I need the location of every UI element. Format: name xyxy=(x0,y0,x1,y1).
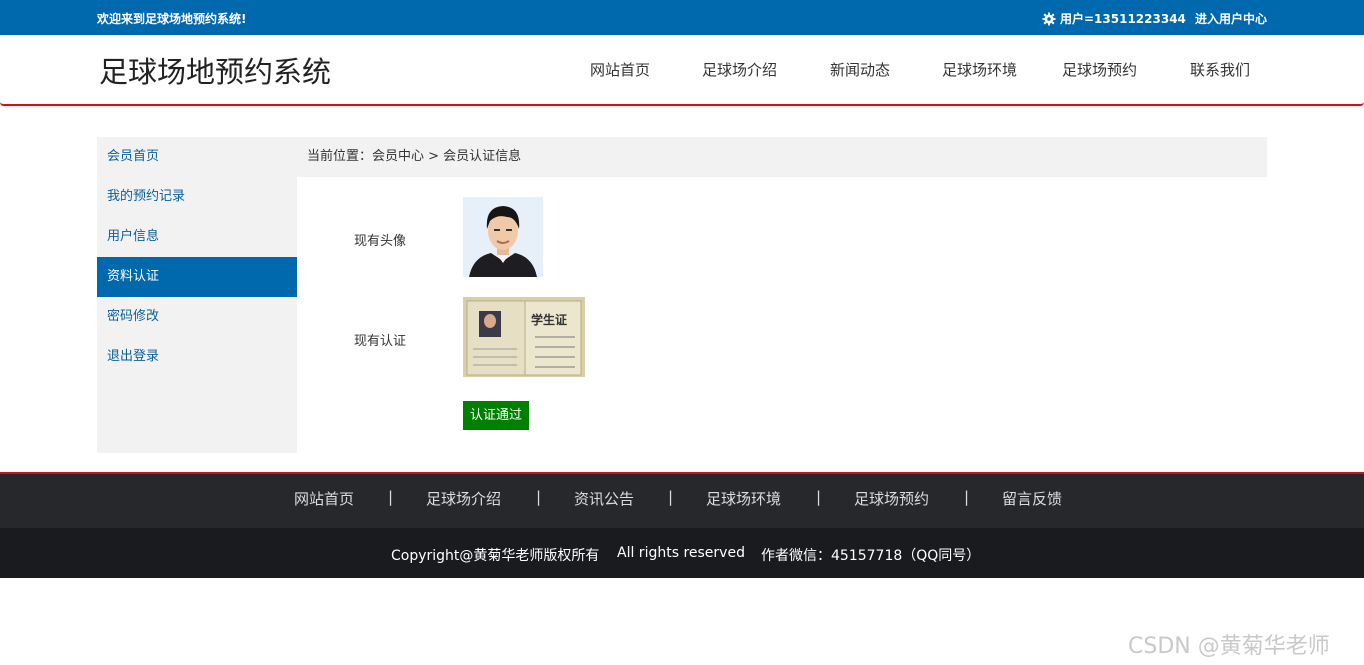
copyright-text: Copyright@黄菊华老师版权所有 xyxy=(391,548,600,564)
breadcrumb: 当前位置：会员中心 > 会员认证信息 xyxy=(297,137,1267,177)
nav-contact[interactable]: 联系我们 xyxy=(1190,59,1250,80)
site-title[interactable]: 足球场地预约系统 xyxy=(99,49,331,91)
top-bar: 欢迎来到足球场地预约系统! 用户=13511223344 进入用户中心 xyxy=(0,0,1364,35)
nav-news[interactable]: 新闻动态 xyxy=(830,59,890,80)
footer-nav-feedback[interactable]: 留言反馈 xyxy=(1002,488,1062,509)
nav-field-environment[interactable]: 足球场环境 xyxy=(942,59,1017,80)
sidebar-item-booking-records[interactable]: 我的预约记录 xyxy=(97,177,297,217)
footer-separator: | xyxy=(964,488,970,506)
certificate-title: 学生证 xyxy=(531,312,567,327)
nav-field-intro[interactable]: 足球场介绍 xyxy=(702,59,777,80)
footer-separator: | xyxy=(388,488,394,506)
footer-nav-field-booking[interactable]: 足球场预约 xyxy=(854,488,929,509)
user-center-link[interactable]: 进入用户中心 xyxy=(1195,10,1267,27)
nav-field-booking[interactable]: 足球场预约 xyxy=(1062,59,1137,80)
nav-home[interactable]: 网站首页 xyxy=(590,59,650,80)
certificate-label: 现有认证 xyxy=(354,334,407,349)
footer-nav-announcements[interactable]: 资讯公告 xyxy=(574,488,634,509)
avatar-image xyxy=(463,197,543,277)
site-header: 足球场地预约系统 网站首页 足球场介绍 新闻动态 足球场环境 足球场预约 联系我… xyxy=(0,35,1364,106)
sidebar-item-member-home[interactable]: 会员首页 xyxy=(97,137,297,177)
gear-icon xyxy=(1042,11,1056,26)
avatar-label: 现有头像 xyxy=(354,234,407,249)
footer-nav-field-intro[interactable]: 足球场介绍 xyxy=(426,488,501,509)
footer-nav-field-environment[interactable]: 足球场环境 xyxy=(706,488,781,509)
sidebar-item-verification[interactable]: 资料认证 xyxy=(97,257,297,297)
member-sidebar: 会员首页 我的预约记录 用户信息 资料认证 密码修改 退出登录 xyxy=(97,137,297,453)
footer-separator: | xyxy=(816,488,822,506)
user-account: 用户=13511223344 xyxy=(1042,10,1186,27)
footer-nav: 网站首页 | 足球场介绍 | 资讯公告 | 足球场环境 | 足球场预约 | 留言… xyxy=(0,472,1364,528)
footer-nav-home[interactable]: 网站首页 xyxy=(294,488,354,509)
sidebar-item-change-password[interactable]: 密码修改 xyxy=(97,297,297,337)
author-contact-text: 作者微信：45157718（QQ同号） xyxy=(761,548,981,564)
user-label: 用户=13511223344 xyxy=(1060,12,1186,26)
footer-copyright: Copyright@黄菊华老师版权所有 All rights reserved … xyxy=(0,528,1364,578)
rights-text: All rights reserved xyxy=(617,545,745,561)
footer-separator: | xyxy=(668,488,674,506)
verification-status-badge: 认证通过 xyxy=(463,401,529,430)
footer-separator: | xyxy=(536,488,542,506)
welcome-text: 欢迎来到足球场地预约系统! xyxy=(97,12,247,26)
watermark: CSDN @黄菊华老师 xyxy=(1128,634,1330,659)
sidebar-item-logout[interactable]: 退出登录 xyxy=(97,337,297,377)
sidebar-item-user-info[interactable]: 用户信息 xyxy=(97,217,297,257)
certificate-image: 学生证 xyxy=(463,297,585,377)
